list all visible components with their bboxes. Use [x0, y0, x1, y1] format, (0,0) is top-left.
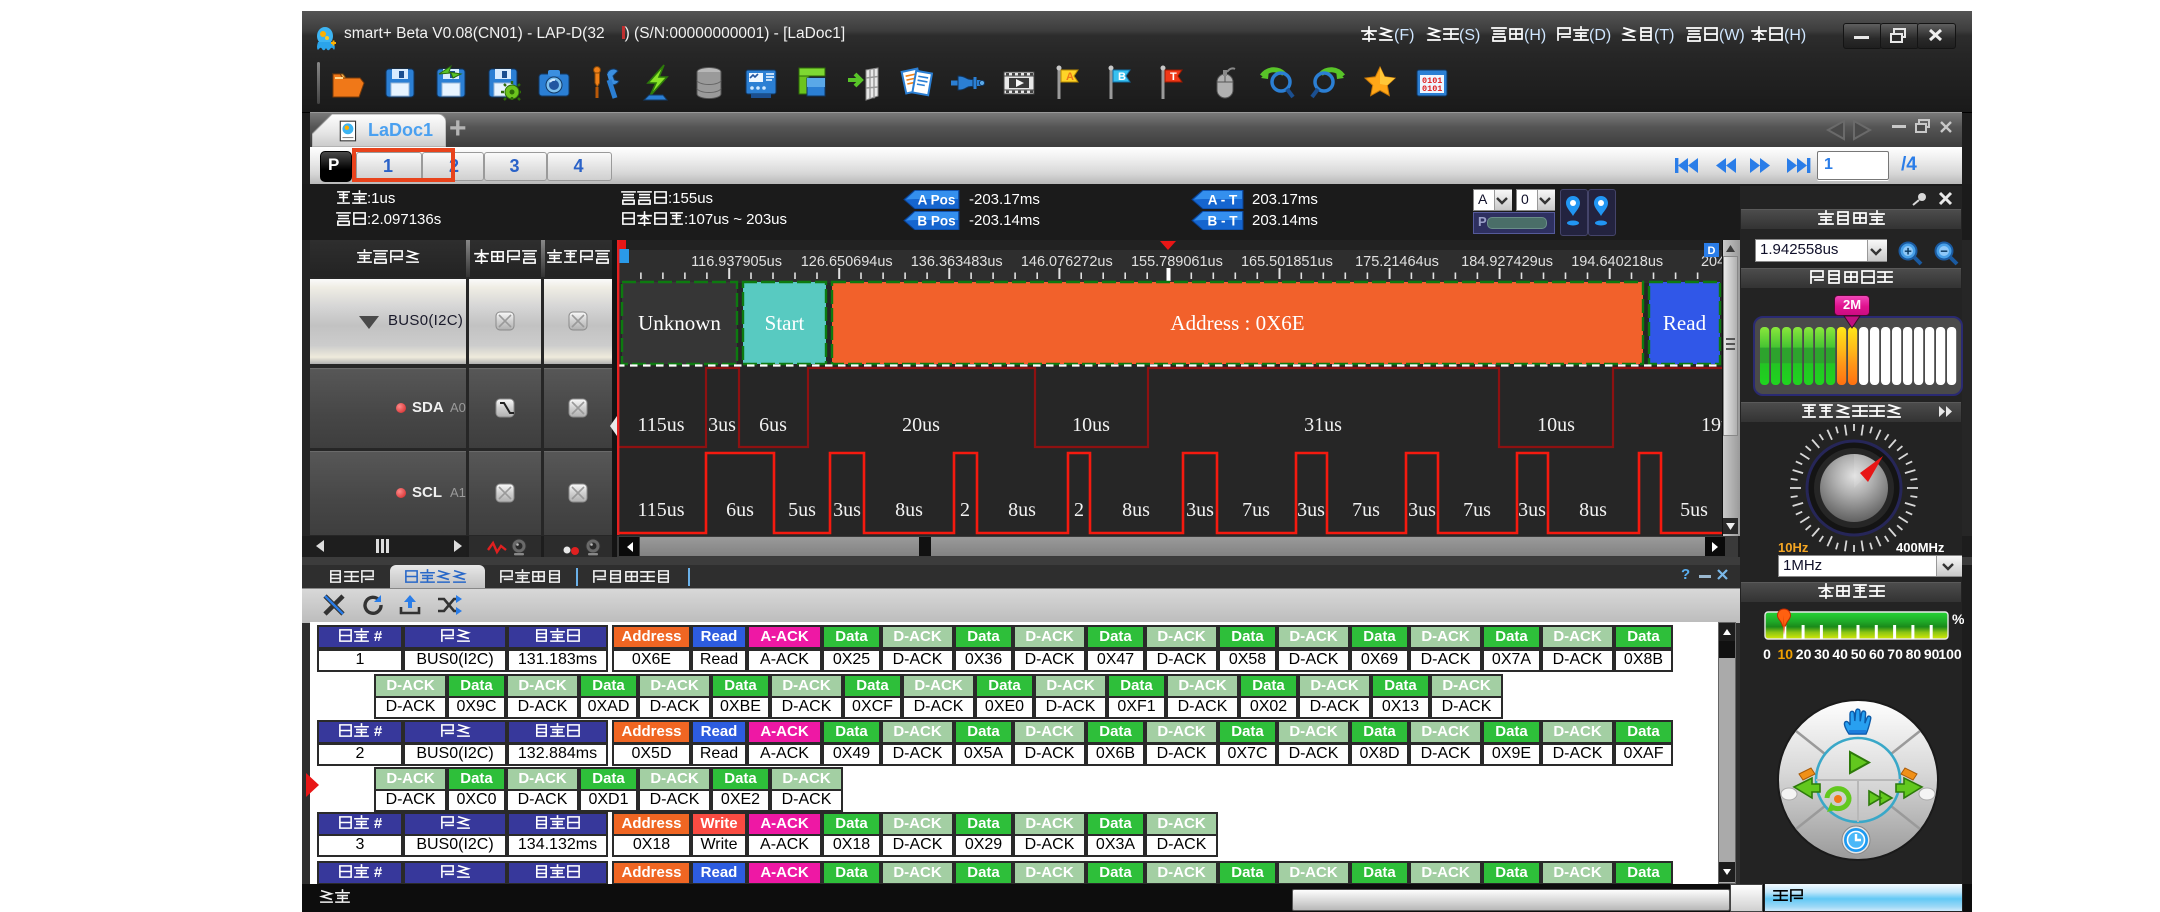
svg-text:3us: 3us: [708, 414, 736, 436]
svg-text:−: −: [1940, 244, 1948, 259]
svg-text:Unknown: Unknown: [638, 311, 721, 335]
svg-text:%: %: [1952, 611, 1964, 627]
svg-text:3us: 3us: [1518, 499, 1546, 521]
svg-text:3us: 3us: [1297, 499, 1325, 521]
svg-text:184.927429us: 184.927429us: [1461, 254, 1553, 270]
svg-text:155.789061us: 155.789061us: [1131, 254, 1223, 270]
svg-text:2: 2: [1074, 499, 1084, 521]
svg-text:A: A: [1066, 71, 1074, 83]
svg-text:A - T: A - T: [1208, 193, 1238, 208]
svg-text:2: 2: [960, 499, 970, 521]
svg-text:6us: 6us: [759, 414, 787, 436]
svg-text:A Pos: A Pos: [918, 193, 956, 208]
svg-text:6us: 6us: [726, 499, 754, 521]
svg-text:10us: 10us: [1537, 414, 1575, 436]
svg-text:3us: 3us: [1186, 499, 1214, 521]
svg-text:20us: 20us: [902, 414, 940, 436]
svg-text:T: T: [1170, 71, 1177, 83]
svg-text:D: D: [1708, 245, 1716, 257]
svg-text:7us: 7us: [1463, 499, 1491, 521]
svg-text:B: B: [1118, 71, 1126, 83]
svg-text:8us: 8us: [1122, 499, 1150, 521]
svg-text:Start: Start: [765, 311, 805, 335]
svg-text:B Pos: B Pos: [917, 214, 955, 229]
svg-text:5us: 5us: [1680, 499, 1708, 521]
svg-text:7us: 7us: [1242, 499, 1270, 521]
svg-text:136.363483us: 136.363483us: [911, 254, 1003, 270]
svg-text:126.650694us: 126.650694us: [801, 254, 893, 270]
svg-text:19u: 19u: [1701, 414, 1722, 436]
svg-text:3us: 3us: [1408, 499, 1436, 521]
svg-text:8us: 8us: [1008, 499, 1036, 521]
svg-text:5us: 5us: [788, 499, 816, 521]
svg-text:31us: 31us: [1304, 414, 1342, 436]
svg-text:Read: Read: [1663, 311, 1707, 335]
svg-text:0101: 0101: [1422, 84, 1442, 94]
svg-text:194.640218us: 194.640218us: [1571, 254, 1663, 270]
svg-text:115us: 115us: [637, 499, 684, 521]
svg-text:175.21464us: 175.21464us: [1355, 254, 1439, 270]
svg-text:Address : 0X6E: Address : 0X6E: [1170, 311, 1304, 335]
svg-text:116.937905us: 116.937905us: [691, 254, 782, 270]
svg-text:146.076272us: 146.076272us: [1021, 254, 1113, 270]
svg-text:7us: 7us: [1352, 499, 1380, 521]
svg-text:165.501851us: 165.501851us: [1241, 254, 1333, 270]
svg-text:10us: 10us: [1072, 414, 1110, 436]
svg-text:B - T: B - T: [1208, 214, 1239, 229]
svg-text:+: +: [1904, 244, 1912, 259]
svg-text:8us: 8us: [1579, 499, 1607, 521]
svg-text:115us: 115us: [637, 414, 684, 436]
svg-text:3us: 3us: [833, 499, 861, 521]
svg-text:8us: 8us: [895, 499, 923, 521]
